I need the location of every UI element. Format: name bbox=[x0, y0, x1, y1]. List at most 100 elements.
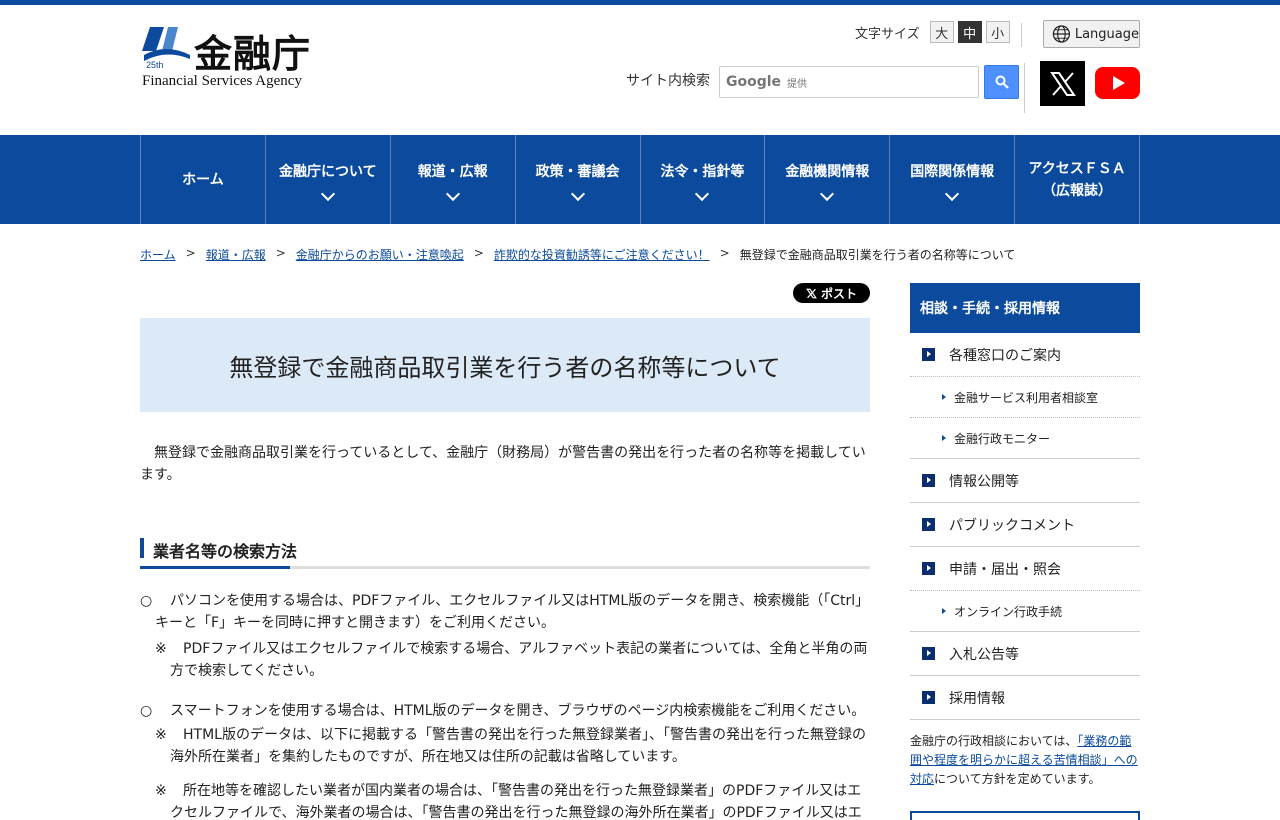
sidebar-item-label: 金融サービス利用者相談室 bbox=[954, 390, 1099, 405]
note-mark: ※ bbox=[155, 727, 167, 743]
sidebar-subitem-consultation[interactable]: 金融サービス利用者相談室 bbox=[910, 377, 1140, 418]
site-search-label: サイト内検索 bbox=[626, 73, 710, 89]
globe-icon bbox=[1052, 25, 1071, 43]
heading-accent-bar bbox=[140, 538, 144, 558]
chevron-down-icon bbox=[445, 186, 460, 201]
chevron-down-icon bbox=[320, 186, 335, 201]
sidebar-item-tender[interactable]: 入札公告等 bbox=[910, 632, 1140, 676]
sidebar-item-label: 各種窓口のご案内 bbox=[949, 347, 1061, 364]
site-header: 25th 金融庁 Financial Services Agency 文字サイズ… bbox=[140, 5, 1140, 135]
sidebar-item-label: 申請・届出・照会 bbox=[949, 561, 1061, 578]
breadcrumb-link[interactable]: 報道・広報 bbox=[206, 246, 266, 263]
sidebar: 相談・手続・採用情報 各種窓口のご案内 金融サービス利用者相談室 金融行政モニタ… bbox=[910, 283, 1140, 820]
nav-policy[interactable]: 政策・審議会 bbox=[516, 135, 641, 224]
sidebar-subitem-online[interactable]: オンライン行政手続 bbox=[910, 591, 1140, 632]
google-provided-text: 提供 bbox=[787, 78, 808, 90]
nav-label: 国際関係情報 bbox=[910, 163, 995, 180]
fsa-logo[interactable]: 25th 金融庁 Financial Services Agency bbox=[140, 23, 340, 95]
nav-label: ホーム bbox=[182, 171, 224, 188]
nav-institutions[interactable]: 金融機関情報 bbox=[765, 135, 891, 224]
sidebar-item-applications[interactable]: 申請・届出・照会 bbox=[910, 547, 1140, 591]
breadcrumb-current: 無登録で金融商品取引業を行う者の名称等について bbox=[739, 248, 1016, 262]
search-icon bbox=[995, 75, 1009, 89]
sidebar-item-label: 情報公開等 bbox=[949, 473, 1019, 490]
search-button[interactable] bbox=[984, 65, 1019, 99]
google-brand-text: Google bbox=[726, 74, 782, 90]
sidebar-note-text: 金融庁の行政相談においては、 bbox=[910, 734, 1078, 748]
sidebar-item-disclosure[interactable]: 情報公開等 bbox=[910, 459, 1140, 503]
x-social-link[interactable] bbox=[1040, 61, 1085, 106]
triangle-right-icon bbox=[942, 435, 946, 441]
header-divider bbox=[1024, 63, 1025, 113]
sidebar-item-public-comment[interactable]: パブリックコメント bbox=[910, 503, 1140, 547]
nav-international[interactable]: 国際関係情報 bbox=[890, 135, 1016, 224]
nav-access-fsa[interactable]: アクセスＦＳＡ （広報誌） bbox=[1015, 135, 1140, 224]
circle-bullet: ○ bbox=[140, 703, 153, 719]
arrow-square-icon bbox=[922, 518, 935, 531]
sidebar-item-label: 金融行政モニター bbox=[954, 431, 1051, 446]
heading-underline-accent bbox=[140, 566, 290, 569]
note-item: ※ 所在地等を確認したい業者が国内業者の場合は、「警告書の発出を行った無登録業者… bbox=[155, 780, 870, 820]
font-size-small-button[interactable]: 小 bbox=[985, 21, 1010, 43]
youtube-social-link[interactable] bbox=[1095, 67, 1140, 99]
intro-text: 無登録で金融商品取引業を行っているとして、金融庁（財務局）が警告書の発出を行った… bbox=[140, 445, 866, 483]
nav-about[interactable]: 金融庁について bbox=[266, 135, 391, 224]
breadcrumb-separator: > bbox=[185, 246, 196, 260]
breadcrumb-link[interactable]: 詐欺的な投資勧誘等にご注意ください！ bbox=[494, 246, 710, 263]
arrow-square-icon bbox=[922, 474, 935, 487]
font-size-switcher: 文字サイズ 大 中 小 bbox=[855, 21, 1010, 43]
breadcrumb-link[interactable]: ホーム bbox=[140, 246, 176, 263]
note-text: PDFファイル又はエクセルファイルで検索する場合、アルファベット表記の業者につい… bbox=[170, 641, 868, 679]
nav-label: 報道・広報 bbox=[417, 163, 488, 180]
chevron-down-icon bbox=[695, 186, 710, 201]
svg-text:25th: 25th bbox=[146, 60, 164, 69]
site-search-input[interactable]: Google 提供 bbox=[719, 66, 979, 98]
chevron-down-icon bbox=[570, 186, 585, 201]
nav-label: 金融機関情報 bbox=[785, 163, 870, 180]
nav-label: 法令・指針等 bbox=[660, 163, 745, 180]
font-size-label: 文字サイズ bbox=[855, 26, 920, 42]
x-logo-icon bbox=[806, 288, 817, 298]
nav-press[interactable]: 報道・広報 bbox=[391, 135, 516, 224]
triangle-right-icon bbox=[942, 608, 946, 614]
x-logo-icon bbox=[1049, 71, 1076, 96]
sidebar-item-label: 入札公告等 bbox=[949, 646, 1019, 663]
triangle-right-icon bbox=[942, 394, 946, 400]
breadcrumb-link[interactable]: 金融庁からのお願い・注意喚起 bbox=[296, 246, 464, 263]
list-item: ○ パソコンを使用する場合は、PDFファイル、エクセルファイル又はHTML版のデ… bbox=[140, 590, 870, 634]
font-size-medium-button[interactable]: 中 bbox=[957, 21, 982, 43]
youtube-icon bbox=[1112, 76, 1125, 90]
arrow-square-icon bbox=[922, 691, 935, 704]
nav-home[interactable]: ホーム bbox=[141, 135, 266, 224]
sidebar-heading: 相談・手続・採用情報 bbox=[910, 283, 1140, 333]
font-size-large-button[interactable]: 大 bbox=[929, 21, 954, 43]
note-text: 所在地等を確認したい業者が国内業者の場合は、「警告書の発出を行った無登録業者」の… bbox=[170, 783, 862, 820]
sidebar-note-text: について方針を定めています。 bbox=[934, 772, 1101, 786]
page-title: 無登録で金融商品取引業を行う者の名称等について bbox=[140, 318, 870, 412]
breadcrumb-separator: > bbox=[473, 246, 484, 260]
arrow-square-icon bbox=[922, 562, 935, 575]
chevron-down-icon bbox=[945, 186, 960, 201]
sidebar-note: 金融庁の行政相談においては、「業務の範囲や程度を明らかに超える苦情相談」への対応… bbox=[910, 732, 1140, 789]
nav-laws[interactable]: 法令・指針等 bbox=[641, 135, 766, 224]
sidebar-subitem-monitor[interactable]: 金融行政モニター bbox=[910, 418, 1140, 459]
header-divider bbox=[1021, 23, 1022, 47]
chevron-down-icon bbox=[820, 186, 835, 201]
sidebar-item-contact[interactable]: 各種窓口のご案内 bbox=[910, 333, 1140, 377]
note-item: ※ PDFファイル又はエクセルファイルで検索する場合、アルファベット表記の業者に… bbox=[155, 638, 870, 682]
sidebar-item-label: オンライン行政手続 bbox=[954, 604, 1063, 619]
breadcrumb-separator: > bbox=[275, 246, 286, 260]
logo-subtitle: Financial Services Agency bbox=[142, 73, 302, 89]
nav-label: 金融庁について bbox=[279, 163, 377, 180]
logo-title: 金融庁 bbox=[194, 31, 312, 76]
nav-label-sub: （広報誌） bbox=[1042, 182, 1113, 199]
sidebar-banner[interactable] bbox=[910, 811, 1140, 820]
global-nav: ホーム 金融庁について 報道・広報 政策・審議会 法令・指針等 金融機関情報 国… bbox=[0, 135, 1280, 224]
sidebar-item-recruit[interactable]: 採用情報 bbox=[910, 676, 1140, 720]
nav-label: アクセスＦＳＡ bbox=[1028, 160, 1126, 177]
sidebar-item-label: 採用情報 bbox=[949, 690, 1005, 707]
language-label: Language bbox=[1074, 26, 1139, 42]
language-button[interactable]: Language bbox=[1043, 20, 1140, 48]
x-post-button[interactable]: ポスト bbox=[793, 283, 870, 303]
page-title-text: 無登録で金融商品取引業を行う者の名称等について bbox=[229, 353, 781, 382]
